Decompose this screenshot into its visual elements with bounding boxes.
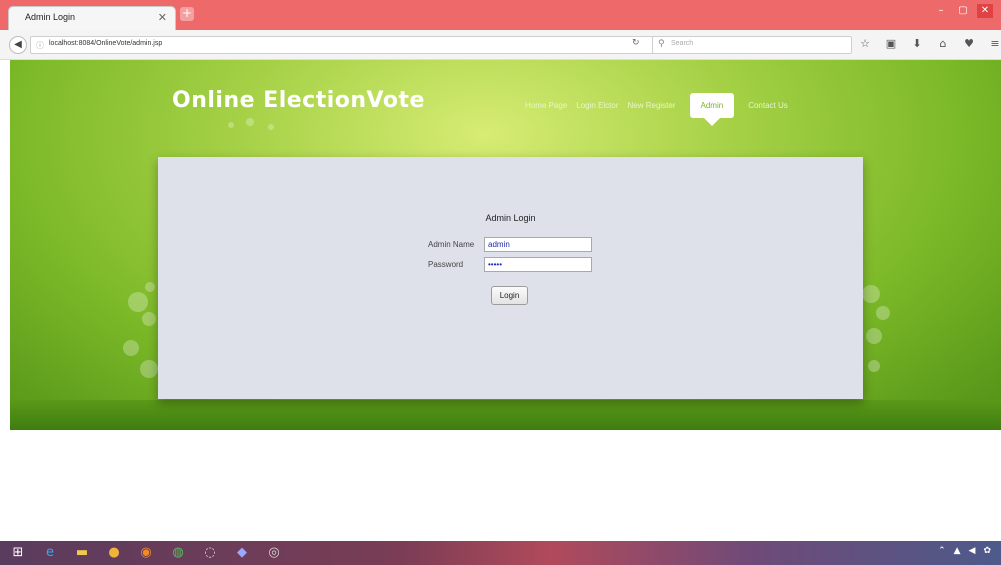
- file-explorer-icon[interactable]: ▬: [72, 544, 92, 562]
- decor-bubble: [868, 360, 880, 372]
- admin-name-label: Admin Name: [428, 240, 475, 249]
- page-background: Online ElectionVote Home Page Login Elct…: [10, 60, 1001, 430]
- nav-new-register[interactable]: New Register: [628, 101, 676, 110]
- browser-tab[interactable]: Admin Login ✕: [8, 6, 176, 30]
- decor-bubble: [140, 360, 158, 378]
- system-tray: ⌃ ▲ ◀ ✿: [938, 546, 991, 556]
- nav-home-page[interactable]: Home Page: [525, 101, 567, 110]
- decor-bubble: [145, 282, 155, 292]
- taskbar-apps: ⊞ e ▬ ● ◉ ◍ ◌ ◆ ◎: [8, 544, 284, 562]
- decor-bubble: [246, 118, 254, 126]
- home-icon[interactable]: ⌂: [936, 37, 950, 51]
- app-icon[interactable]: ◆: [232, 544, 252, 562]
- star-icon[interactable]: ☆: [858, 37, 872, 51]
- site-title: Online ElectionVote: [172, 88, 425, 113]
- page-bottom-band: [10, 400, 1001, 430]
- decor-bubble: [268, 124, 274, 130]
- taskbar: ⊞ e ▬ ● ◉ ◍ ◌ ◆ ◎ ⌃ ▲ ◀ ✿: [0, 541, 1001, 565]
- maximize-button[interactable]: ▢: [955, 4, 971, 18]
- reload-icon[interactable]: ↻: [632, 38, 640, 48]
- form-title: Admin Login: [485, 213, 536, 223]
- search-placeholder: Search: [671, 40, 694, 47]
- address-bar[interactable]: ⓘ localhost:8084/OnlineVote/admin.jsp: [30, 36, 655, 54]
- decor-bubble: [876, 306, 890, 320]
- app-icon[interactable]: ◎: [264, 544, 284, 562]
- minimize-button[interactable]: –: [933, 4, 949, 18]
- download-icon[interactable]: ⬇: [910, 37, 924, 51]
- browser-toolbar: ◀ ⓘ localhost:8084/OnlineVote/admin.jsp …: [0, 30, 1001, 60]
- toolbar-icons: ☆ ▣ ⬇ ⌂ ♥ ≡: [858, 37, 1001, 51]
- admin-name-field[interactable]: admin: [484, 237, 592, 252]
- search-icon: ⚲: [658, 39, 665, 49]
- decor-bubble: [228, 122, 234, 128]
- search-input[interactable]: ⚲ Search: [652, 36, 852, 54]
- windows-start-icon[interactable]: ⊞: [8, 544, 28, 562]
- network-icon[interactable]: ▲: [954, 546, 961, 556]
- app-icon[interactable]: ◍: [168, 544, 188, 562]
- decor-bubble: [862, 285, 880, 303]
- decor-bubble: [866, 328, 882, 344]
- screen: Admin Login ✕ + – ▢ ✕ ◀ ⓘ localhost:8084…: [0, 0, 1001, 565]
- info-icon[interactable]: ⓘ: [36, 40, 44, 51]
- url-text: localhost:8084/OnlineVote/admin.jsp: [49, 40, 163, 47]
- nav-admin[interactable]: Admin: [689, 92, 735, 126]
- firefox-icon[interactable]: ◉: [136, 544, 156, 562]
- decor-bubble: [123, 340, 139, 356]
- login-panel: Admin Login Admin Name admin Password ••…: [158, 157, 863, 399]
- nav-login-elector[interactable]: Login Elctor: [576, 101, 618, 110]
- password-label: Password: [428, 260, 464, 269]
- login-button[interactable]: Login: [491, 286, 528, 305]
- close-window-button[interactable]: ✕: [977, 4, 993, 18]
- window-controls: – ▢ ✕: [933, 4, 993, 18]
- app-icon[interactable]: ◌: [200, 544, 220, 562]
- decor-bubble: [142, 312, 156, 326]
- back-arrow-icon[interactable]: ◀: [9, 36, 27, 54]
- reading-list-icon[interactable]: ▣: [884, 37, 898, 51]
- site-nav: Home Page Login Elctor New Register Admi…: [525, 90, 797, 126]
- notification-icon[interactable]: ✿: [983, 546, 991, 556]
- tab-title: Admin Login: [25, 12, 76, 22]
- password-field[interactable]: •••••: [484, 257, 592, 272]
- tray-chevron-icon[interactable]: ⌃: [938, 546, 946, 556]
- new-tab-button[interactable]: +: [180, 7, 194, 21]
- browser-tab-strip: Admin Login ✕ + – ▢ ✕: [0, 0, 1001, 30]
- menu-icon[interactable]: ≡: [988, 37, 1001, 51]
- decor-bubble: [128, 292, 148, 312]
- volume-icon[interactable]: ◀: [969, 546, 976, 556]
- pocket-icon[interactable]: ♥: [962, 37, 976, 51]
- internet-explorer-icon[interactable]: e: [40, 544, 60, 562]
- tab-close-icon[interactable]: ✕: [158, 11, 167, 24]
- nav-contact-us[interactable]: Contact Us: [748, 101, 788, 110]
- chrome-icon[interactable]: ●: [104, 544, 124, 562]
